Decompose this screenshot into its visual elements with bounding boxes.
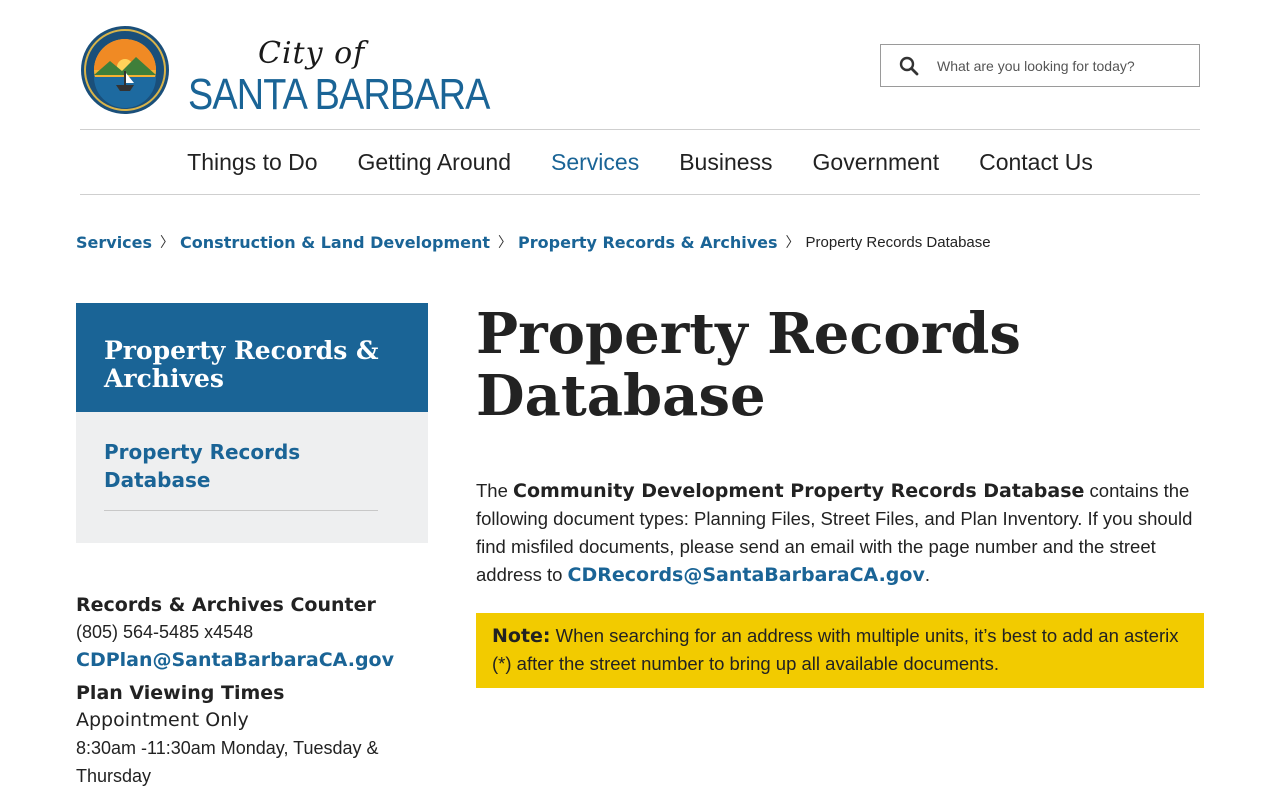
note-box: Note: When searching for an address with… xyxy=(476,613,1204,688)
nav-getting-around[interactable]: Getting Around xyxy=(358,149,511,176)
breadcrumb: Services 〉 Construction & Land Developme… xyxy=(76,232,991,252)
nav-services[interactable]: Services xyxy=(551,149,639,176)
site-search xyxy=(880,44,1200,87)
note-text: When searching for an address with multi… xyxy=(492,625,1179,674)
viewing-times-title: Plan Viewing Times xyxy=(76,682,285,704)
counter-email-link[interactable]: CDPlan@SantaBarbaraCA.gov xyxy=(76,646,436,674)
counter-title: Records & Archives Counter xyxy=(76,594,376,616)
breadcrumb-separator: 〉 xyxy=(498,234,513,250)
nav-things-to-do[interactable]: Things to Do xyxy=(187,149,317,176)
search-input[interactable] xyxy=(937,57,1187,74)
intro-end: . xyxy=(924,564,930,585)
intro-pre: The xyxy=(476,480,514,501)
sidebar: Property Records & Archives Property Rec… xyxy=(76,303,428,543)
contact-info: Records & Archives Counter (805) 564-548… xyxy=(76,592,436,790)
logo-city-text: City of xyxy=(258,36,366,71)
intro-strong: Community Development Property Records D… xyxy=(513,480,1085,502)
search-icon[interactable] xyxy=(881,45,937,86)
sidebar-body: Property Records Database xyxy=(76,412,428,543)
records-email-link[interactable]: CDRecords@SantaBarbaraCA.gov xyxy=(568,564,925,586)
city-wordmark: City of SANTA BARBARA xyxy=(188,30,490,119)
breadcrumb-property-records-archives[interactable]: Property Records & Archives xyxy=(518,233,778,252)
sidebar-item-property-records-database[interactable]: Property Records Database xyxy=(104,438,378,511)
nav-contact-us[interactable]: Contact Us xyxy=(979,149,1093,176)
nav-government[interactable]: Government xyxy=(813,149,940,176)
city-seal-icon xyxy=(81,26,169,114)
sidebar-heading[interactable]: Property Records & Archives xyxy=(76,303,428,412)
viewing-hours: 8:30am -11:30am Monday, Tuesday & Thursd… xyxy=(76,738,379,786)
main-content: Property Records Database The Community … xyxy=(476,303,1206,688)
site-header: City of SANTA BARBARA xyxy=(0,0,1280,130)
breadcrumb-separator: 〉 xyxy=(785,234,800,250)
logo-name-text: SANTA BARBARA xyxy=(188,70,490,119)
page-title: Property Records Database xyxy=(476,301,1021,429)
breadcrumb-services[interactable]: Services xyxy=(76,233,152,252)
city-logo-link[interactable]: City of SANTA BARBARA xyxy=(80,24,490,119)
counter-phone: (805) 564-5485 x4548 xyxy=(76,622,254,642)
appointment-text: Appointment Only xyxy=(76,709,249,731)
note-label: Note: xyxy=(492,625,551,647)
breadcrumb-construction[interactable]: Construction & Land Development xyxy=(180,233,490,252)
breadcrumb-current: Property Records Database xyxy=(805,233,991,251)
main-nav: Things to Do Getting Around Services Bus… xyxy=(80,129,1200,195)
nav-business[interactable]: Business xyxy=(679,149,772,176)
breadcrumb-separator: 〉 xyxy=(160,234,175,250)
intro-paragraph: The Community Development Property Recor… xyxy=(476,477,1206,589)
